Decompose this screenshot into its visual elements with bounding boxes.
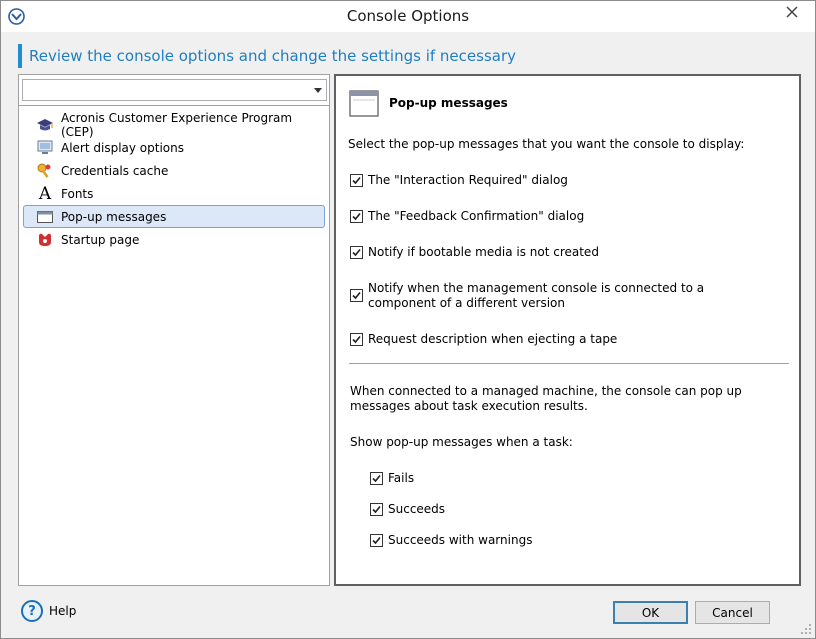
checkbox[interactable] <box>370 503 383 516</box>
tree-item-label: Startup page <box>61 232 140 247</box>
ok-button[interactable]: OK <box>613 601 688 624</box>
tree-item-credentials-cache[interactable]: Credentials cache <box>23 159 325 182</box>
tree-item-label: Fonts <box>61 186 94 201</box>
checkmark-icon <box>352 248 361 257</box>
options-tree: Acronis Customer Experience Program (CEP… <box>23 110 325 251</box>
tree-item-startup-page[interactable]: Startup page <box>23 228 325 251</box>
chevron-down-icon <box>313 87 322 93</box>
section-title: Pop-up messages <box>389 96 508 110</box>
option-label: The "Interaction Required" dialog <box>368 173 568 187</box>
window-icon <box>36 208 54 226</box>
tree-item-label: Alert display options <box>61 140 184 155</box>
tree-item-label: Pop-up messages <box>61 209 167 224</box>
graduation-cap-icon <box>36 116 54 134</box>
checkmark-icon <box>372 536 381 545</box>
checkbox[interactable] <box>350 289 363 302</box>
dropdown-arrow-button[interactable] <box>309 80 326 100</box>
checkmark-icon <box>352 176 361 185</box>
option-bootable-media[interactable]: Notify if bootable media is not created <box>350 245 599 260</box>
help-icon: ? <box>21 600 43 622</box>
resize-grip-icon[interactable] <box>800 623 812 635</box>
task-option-fails[interactable]: Fails <box>370 471 414 486</box>
section-divider <box>349 363 789 364</box>
option-details-panel: Pop-up messages Select the pop-up messag… <box>334 74 801 586</box>
startup-icon <box>36 231 54 249</box>
tree-item-cep[interactable]: Acronis Customer Experience Program (CEP… <box>23 110 325 139</box>
header-accent-bar <box>18 44 22 68</box>
task-option-succeeds-warnings[interactable]: Succeeds with warnings <box>370 533 532 548</box>
close-icon <box>786 6 798 18</box>
search-combo[interactable] <box>22 79 327 101</box>
managed-machine-text: When connected to a managed machine, the… <box>350 384 742 413</box>
checkbox[interactable] <box>350 333 363 346</box>
checkmark-icon <box>352 291 361 300</box>
option-label: Succeeds <box>388 502 446 516</box>
checkbox[interactable] <box>350 174 363 187</box>
option-interaction-required[interactable]: The "Interaction Required" dialog <box>350 173 568 188</box>
tree-item-alert-display[interactable]: Alert display options <box>23 136 325 159</box>
console-options-window: Console Options Review the console optio… <box>0 0 816 639</box>
help-label: Help <box>49 604 77 618</box>
cancel-button[interactable]: Cancel <box>695 601 770 624</box>
help-link[interactable]: ? Help <box>21 600 76 622</box>
intro-text: Select the pop-up messages that you want… <box>348 137 745 151</box>
window-icon <box>349 90 379 117</box>
tree-item-popup-messages[interactable]: Pop-up messages <box>23 205 325 228</box>
option-different-version[interactable]: Notify when the management console is co… <box>350 281 770 311</box>
window-title: Console Options <box>346 7 470 25</box>
option-label: Fails <box>388 471 415 485</box>
close-button[interactable] <box>777 2 807 22</box>
option-label: The "Feedback Confirmation" dialog <box>368 209 585 223</box>
checkmark-icon <box>352 335 361 344</box>
checkbox[interactable] <box>350 246 363 259</box>
tree-item-label: Acronis Customer Experience Program (CEP… <box>61 110 293 139</box>
option-eject-tape[interactable]: Request description when ejecting a tape <box>350 332 617 347</box>
page-header: Review the console options and change th… <box>29 47 516 65</box>
search-input[interactable] <box>25 81 305 99</box>
checkmark-icon <box>372 505 381 514</box>
task-option-succeeds[interactable]: Succeeds <box>370 502 445 517</box>
option-label: Notify if bootable media is not created <box>368 245 599 259</box>
option-feedback-confirmation[interactable]: The "Feedback Confirmation" dialog <box>350 209 584 224</box>
option-label: Request description when ejecting a tape <box>368 332 618 346</box>
tree-item-label: Credentials cache <box>61 163 169 178</box>
keys-icon <box>36 162 54 180</box>
option-label: Notify when the management console is co… <box>368 281 705 310</box>
title-bar[interactable]: Console Options <box>1 1 815 32</box>
checkbox[interactable] <box>350 210 363 223</box>
font-icon: A <box>38 183 52 204</box>
options-tree-panel: Acronis Customer Experience Program (CEP… <box>18 74 330 586</box>
option-label: Succeeds with warnings <box>388 533 533 547</box>
task-label: Show pop-up messages when a task: <box>350 435 573 449</box>
tree-item-fonts[interactable]: A Fonts <box>23 182 325 205</box>
checkmark-icon <box>352 212 361 221</box>
checkbox[interactable] <box>370 534 383 547</box>
checkbox[interactable] <box>370 472 383 485</box>
monitor-alert-icon <box>36 139 54 157</box>
checkmark-icon <box>372 474 381 483</box>
